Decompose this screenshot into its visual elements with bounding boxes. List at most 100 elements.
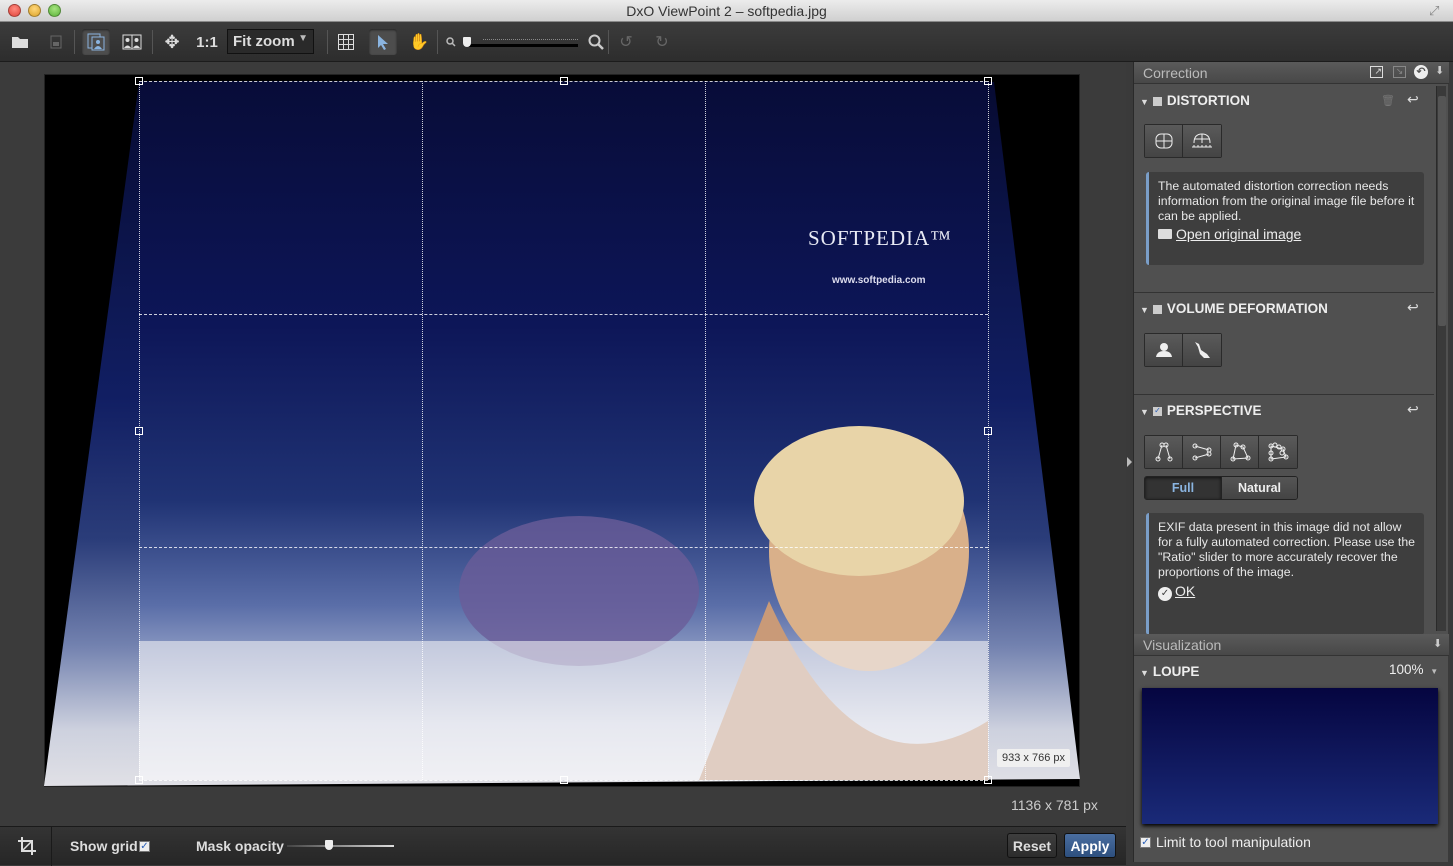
zoom-select-value: Fit zoom (233, 33, 295, 50)
perspective-section-header[interactable]: ▼ ✓ PERSPECTIVE (1140, 403, 1261, 418)
brand-url: www.softpedia.com (832, 275, 926, 286)
pin-icon[interactable]: ⬇ (1435, 64, 1444, 77)
perspective-title: PERSPECTIVE (1166, 403, 1262, 418)
crop-handle-right[interactable] (984, 427, 992, 435)
compare-view-icon[interactable] (118, 29, 146, 55)
loupe-zoom-value: 100% (1389, 662, 1424, 677)
volume-tools (1144, 333, 1222, 367)
chevron-down-icon: ▼ (1430, 667, 1439, 676)
zoom-out-icon[interactable] (444, 29, 458, 55)
crop-handle-bottom[interactable] (560, 776, 568, 784)
panel-scrollbar[interactable] (1436, 86, 1446, 631)
perspective-horizontal-icon[interactable] (1183, 436, 1221, 468)
distortion-section-header[interactable]: ▼ DISTORTION (1140, 93, 1250, 108)
pointer-icon[interactable] (369, 29, 397, 55)
brand-text: SOFTPEDIA™ (808, 226, 952, 250)
distortion-enable-checkbox[interactable] (1152, 96, 1162, 106)
one-to-one-button[interactable]: 1:1 (194, 29, 220, 55)
crop-dimensions-badge: 933 x 766 px (997, 749, 1070, 767)
correction-title: Correction (1143, 65, 1208, 81)
crop-handle-top-left[interactable] (135, 77, 143, 85)
export-icon[interactable]: ↗ (1370, 66, 1383, 78)
limit-to-tool-label: Limit to tool manipulation (1156, 834, 1311, 850)
apply-button[interactable]: Apply (1064, 833, 1116, 858)
expand-triangle-icon[interactable]: ▼ (1140, 668, 1149, 678)
hand-icon[interactable]: ✋ (408, 29, 430, 55)
save-icon[interactable] (46, 29, 66, 55)
loupe-preview (1142, 688, 1438, 824)
volume-cylindrical-icon[interactable] (1145, 334, 1183, 366)
mask-opacity-slider[interactable] (287, 839, 394, 853)
crop-handle-bottom-right[interactable] (984, 776, 992, 784)
zoom-select[interactable]: Fit zoom ▼ (227, 29, 314, 54)
distortion-info-text: The automated distortion correction need… (1158, 179, 1415, 223)
folder-icon (1158, 229, 1172, 239)
panel-collapse-arrow[interactable] (1127, 457, 1132, 467)
visualization-header: Visualization ⬇ (1134, 634, 1449, 656)
crop-handle-left[interactable] (135, 427, 143, 435)
grid-icon[interactable] (334, 29, 358, 55)
correction-header: Correction ↗ ↘ ↶ ⬇ (1134, 62, 1449, 84)
distortion-tools (1144, 124, 1222, 158)
toolbar: ✥ 1:1 Fit zoom ▼ ✋ ↺ ↻ (0, 22, 1453, 62)
volume-diagonal-icon[interactable] (1183, 334, 1221, 366)
pin-icon[interactable]: ⬇ (1433, 637, 1442, 650)
move-icon[interactable]: ✥ (160, 29, 184, 55)
redo-icon[interactable]: ↻ (652, 29, 672, 55)
reset-button[interactable]: Reset (1007, 833, 1057, 858)
perspective-eight-points-icon[interactable] (1259, 436, 1297, 468)
undo-icon[interactable]: ↺ (616, 29, 636, 55)
show-grid-checkbox[interactable]: ✓ (139, 841, 150, 852)
mode-full-button[interactable]: Full (1145, 477, 1221, 499)
visualization-title: Visualization (1143, 637, 1222, 653)
volume-reset-icon[interactable]: ↩ (1407, 299, 1419, 316)
mask-opacity-label: Mask opacity (196, 838, 284, 854)
volume-title: VOLUME DEFORMATION (1166, 301, 1328, 316)
reset-all-icon[interactable]: ↶ (1414, 65, 1428, 79)
scrollbar-thumb[interactable] (1438, 96, 1446, 326)
folder-icon[interactable] (8, 29, 32, 55)
perspective-reset-icon[interactable]: ↩ (1407, 401, 1419, 418)
perspective-info-text: EXIF data present in this image did not … (1158, 520, 1416, 579)
expand-triangle-icon[interactable]: ▼ (1140, 305, 1149, 315)
zoom-slider[interactable] (463, 36, 578, 48)
fullscreen-icon[interactable]: ⤢ (1429, 3, 1445, 19)
mask-opacity-thumb[interactable] (325, 840, 333, 850)
single-view-icon[interactable] (82, 29, 110, 55)
chevron-down-icon: ▼ (298, 33, 308, 44)
distortion-reset-icon[interactable]: ↩ (1407, 91, 1419, 108)
crop-handle-top[interactable] (560, 77, 568, 85)
distortion-auto-icon[interactable] (1145, 125, 1183, 157)
crop-handle-bottom-left[interactable] (135, 776, 143, 784)
check-circle-icon: ✓ (1158, 587, 1172, 601)
perspective-mode-toggle: Full Natural (1144, 476, 1298, 500)
distortion-anamorphic-icon[interactable] (1183, 125, 1221, 157)
ok-label[interactable]: OK (1175, 583, 1195, 599)
open-original-link[interactable]: Open original image (1158, 227, 1415, 243)
cropped-image (139, 81, 988, 780)
expand-triangle-icon[interactable]: ▼ (1140, 407, 1149, 417)
loupe-section-header[interactable]: ▼ LOUPE (1140, 664, 1199, 679)
crop-handle-top-right[interactable] (984, 77, 992, 85)
perspective-info-box: EXIF data present in this image did not … (1146, 513, 1424, 635)
open-original-label[interactable]: Open original image (1176, 226, 1301, 242)
expand-triangle-icon[interactable]: ▼ (1140, 97, 1149, 107)
perspective-vertical-icon[interactable] (1145, 436, 1183, 468)
limit-to-tool-checkbox[interactable]: ✓ (1140, 837, 1151, 848)
perspective-enable-checkbox[interactable]: ✓ (1152, 406, 1162, 416)
loupe-zoom-select[interactable]: 100% ▼ (1389, 662, 1438, 677)
perspective-rectangle-icon[interactable] (1221, 436, 1259, 468)
mode-natural-button[interactable]: Natural (1221, 477, 1297, 499)
distortion-info-box: The automated distortion correction need… (1146, 172, 1424, 265)
import-icon[interactable]: ↘ (1393, 66, 1406, 78)
title-bar: DxO ViewPoint 2 – softpedia.jpg ⤢ (0, 0, 1453, 22)
loupe-title: LOUPE (1152, 664, 1200, 679)
delete-icon[interactable]: 🗑 (1381, 94, 1395, 107)
volume-enable-checkbox[interactable] (1152, 304, 1162, 314)
zoom-slider-thumb[interactable] (463, 37, 471, 47)
ok-link[interactable]: ✓ OK (1158, 584, 1415, 601)
window-title: DxO ViewPoint 2 – softpedia.jpg (626, 3, 827, 19)
volume-section-header[interactable]: ▼ VOLUME DEFORMATION (1140, 301, 1328, 316)
crop-icon[interactable] (18, 837, 36, 860)
zoom-in-icon[interactable] (587, 29, 605, 55)
